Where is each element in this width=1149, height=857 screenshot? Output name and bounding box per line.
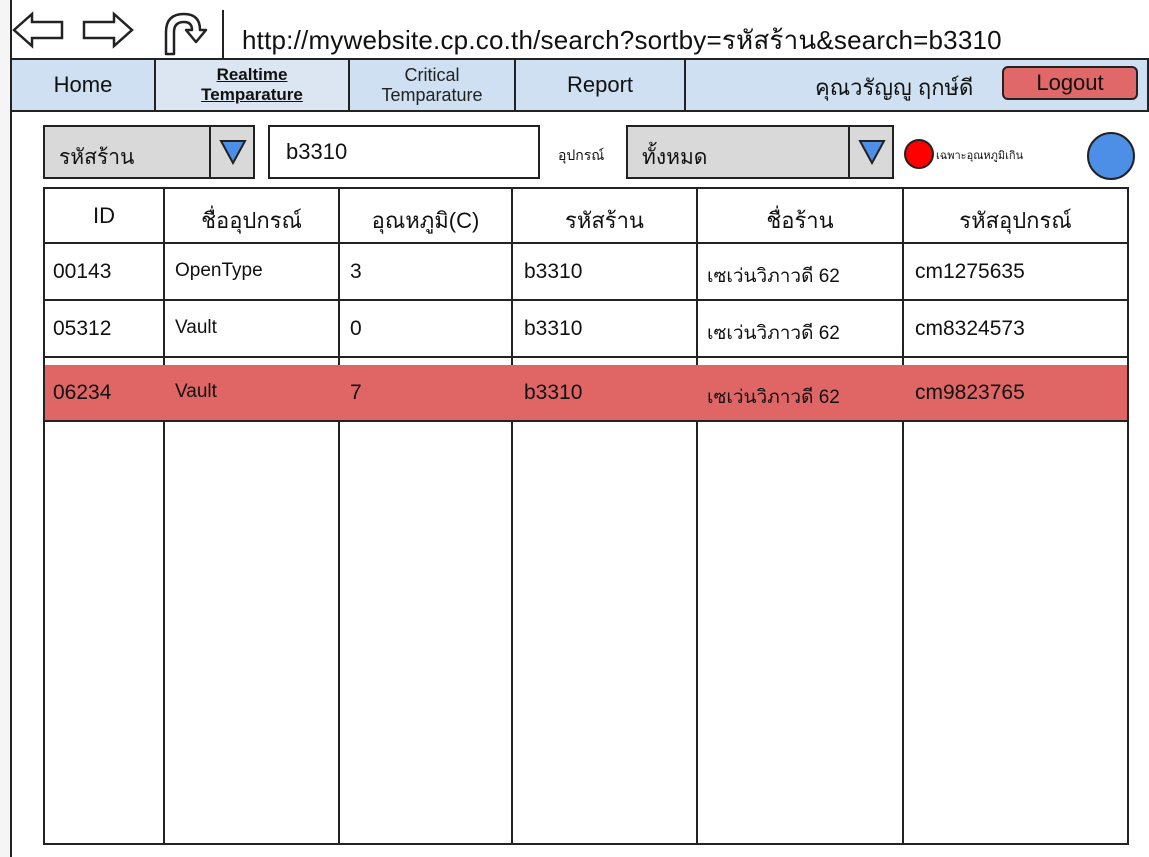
cell-device: Vault [175, 381, 217, 402]
tab-report[interactable]: Report [516, 60, 686, 110]
cell-id: 05312 [53, 317, 112, 340]
cell-store-name: เซเว่นวิภาวดี 62 [707, 387, 840, 408]
tab-home-label: Home [53, 72, 113, 97]
address-bar[interactable]: http://mywebsite.cp.co.th/search?sortby=… [242, 20, 1002, 61]
over-temp-label: เฉพาะอุณหภูมิเกิน [936, 150, 1024, 162]
chevron-down-icon[interactable] [209, 127, 255, 177]
tab-realtime-temperature[interactable]: Realtime Temparature [156, 60, 350, 110]
refresh-icon[interactable] [158, 10, 214, 58]
cell-temperature: 3 [350, 260, 362, 283]
tab-critical-label-1: Critical [404, 65, 460, 85]
header-temperature[interactable]: อุณหภูมิ(C) [340, 203, 511, 238]
table-row[interactable]: 05312 Vault 0 b3310 เซเว่นวิภาวดี 62 cm8… [45, 301, 1127, 358]
cell-store-code: b3310 [524, 381, 583, 404]
cell-device: OpenType [175, 260, 263, 281]
tab-realtime-label-1: Realtime [216, 65, 288, 84]
over-temp-toggle[interactable] [1087, 132, 1135, 180]
cell-temperature: 7 [350, 381, 362, 404]
cell-device-code: cm8324573 [915, 317, 1025, 340]
chevron-down-icon[interactable] [848, 127, 894, 177]
cell-store-name: เซเว่นวิภาวดี 62 [707, 266, 840, 287]
tab-home[interactable]: Home [12, 60, 156, 110]
table-row-alert[interactable]: 06234 Vault 7 b3310 เซเว่นวิภาวดี 62 cm9… [45, 365, 1127, 422]
header-device-name[interactable]: ชื่ออุปกรณ์ [165, 203, 338, 238]
cell-device-code: cm1275635 [915, 260, 1025, 283]
search-input[interactable] [268, 125, 540, 179]
logout-label: Logout [1036, 70, 1104, 95]
results-table: ID ชื่ออุปกรณ์ อุณหภูมิ(C) รหัสร้าน ชื่อ… [43, 187, 1129, 845]
search-by-select[interactable]: รหัสร้าน [43, 125, 255, 179]
header-id[interactable]: ID [45, 203, 163, 229]
user-name: คุณวรัญญู ฤกษ์ดี [815, 75, 974, 100]
cell-store-code: b3310 [524, 260, 583, 283]
cell-store-name: เซเว่นวิภาวดี 62 [707, 323, 840, 344]
table-header: ID ชื่ออุปกรณ์ อุณหภูมิ(C) รหัสร้าน ชื่อ… [45, 189, 1127, 244]
main-nav: Home Realtime Temparature Critical Tempa… [10, 58, 1149, 112]
cell-temperature: 0 [350, 317, 362, 340]
cell-id: 06234 [53, 381, 112, 404]
search-by-value: รหัสร้าน [59, 146, 135, 169]
tab-critical-label-2: Temparature [381, 85, 483, 105]
cell-store-code: b3310 [524, 317, 583, 340]
over-temp-indicator-icon [904, 139, 934, 169]
header-device-code[interactable]: รหัสอุปกรณ์ [904, 203, 1127, 238]
forward-arrow-icon[interactable] [80, 10, 136, 58]
tab-realtime-label-2: Temparature [201, 85, 303, 104]
cell-id: 00143 [53, 260, 112, 283]
logout-button[interactable]: Logout [1002, 66, 1138, 100]
device-select[interactable]: ทั้งหมด [626, 125, 894, 179]
device-select-value: ทั้งหมด [642, 146, 708, 169]
header-store-code[interactable]: รหัสร้าน [513, 203, 696, 238]
browser-bar: http://mywebsite.cp.co.th/search?sortby=… [10, 10, 1149, 58]
url-divider [222, 10, 224, 58]
tab-report-label: Report [566, 72, 634, 97]
back-arrow-icon[interactable] [10, 10, 66, 58]
device-filter-label: อุปกรณ์ [558, 147, 605, 163]
cell-device-code: cm9823765 [915, 381, 1025, 404]
table-row[interactable]: 00143 OpenType 3 b3310 เซเว่นวิภาวดี 62 … [45, 244, 1127, 301]
cell-device: Vault [175, 317, 217, 338]
header-store-name[interactable]: ชื่อร้าน [698, 203, 902, 238]
tab-critical-temperature[interactable]: Critical Temparature [350, 60, 516, 110]
